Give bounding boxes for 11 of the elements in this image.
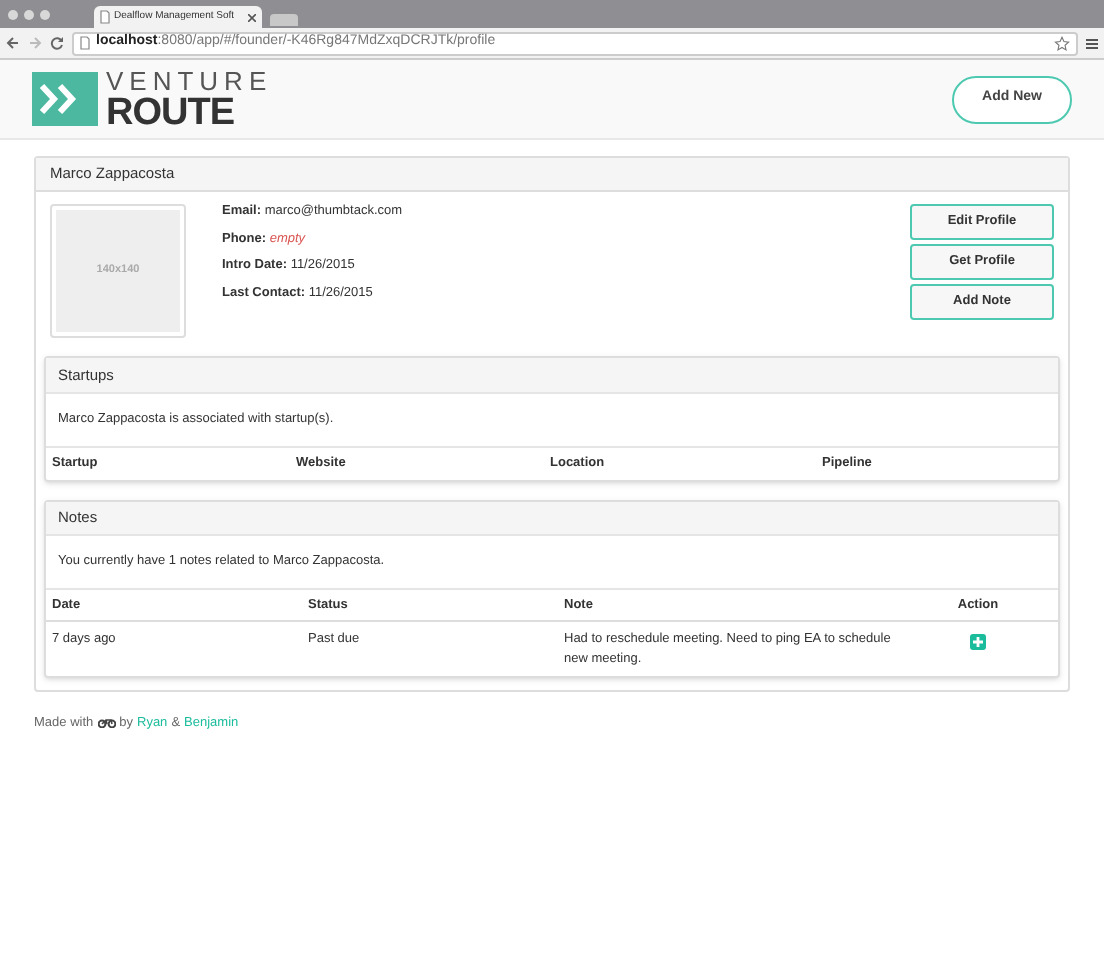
logo-text: VENTURE	[106, 67, 273, 93]
back-icon[interactable]	[6, 36, 20, 50]
bicycle-icon	[97, 718, 116, 729]
menu-icon[interactable]	[1086, 37, 1098, 49]
star-icon[interactable]	[1054, 35, 1070, 51]
logo-text: ROUTE	[106, 93, 236, 131]
logo-icon	[32, 72, 98, 126]
add-icon[interactable]	[970, 634, 986, 650]
reload-icon[interactable]	[50, 36, 64, 50]
close-icon[interactable]	[248, 13, 256, 21]
forward-icon[interactable]	[28, 36, 42, 50]
